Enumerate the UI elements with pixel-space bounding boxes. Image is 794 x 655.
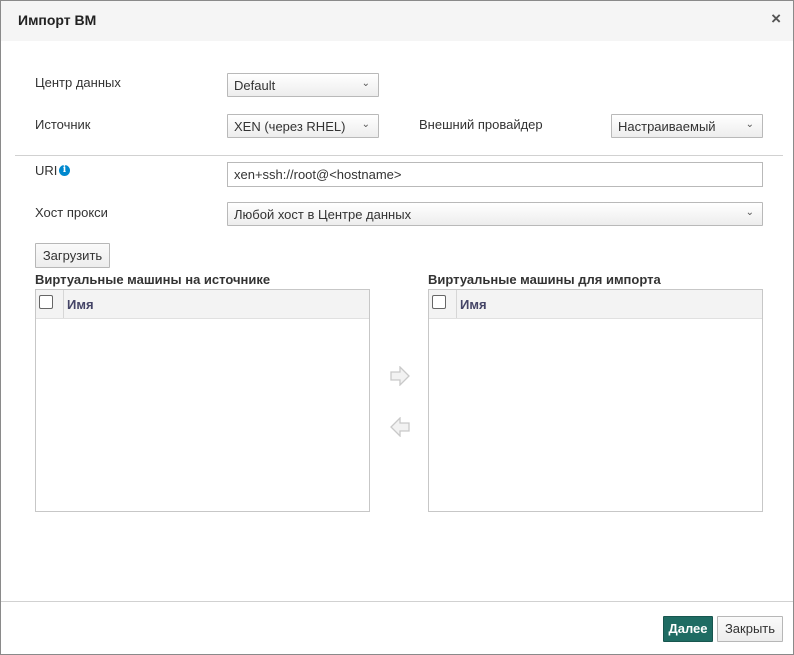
dialog-header: Импорт ВМ × [1,1,793,41]
source-label: Источник [35,117,91,132]
footer-divider [1,601,793,602]
form-divider [15,155,783,156]
proxy-host-select[interactable]: Любой хост в Центре данных ⌄ [227,202,763,226]
uri-label: URI [35,163,58,178]
load-button[interactable]: Загрузить [35,243,110,268]
source-vms-header: Имя [36,290,369,319]
column-header-name[interactable]: Имя [460,297,487,312]
proxy-host-label: Хост прокси [35,205,108,220]
chevron-down-icon: ⌄ [745,119,754,130]
uri-input[interactable]: xen+ssh://root@<hostname> [227,162,763,187]
import-vm-dialog: Импорт ВМ × Центр данных Default ⌄ Источ… [0,0,794,655]
source-vms-title: Виртуальные машины на источнике [35,272,271,287]
datacenter-value: Default [234,78,276,93]
select-all-checkbox[interactable] [432,295,446,309]
column-header-name[interactable]: Имя [67,297,94,312]
next-button[interactable]: Далее [663,616,713,642]
select-all-checkbox[interactable] [39,295,53,309]
proxy-host-value: Любой хост в Центре данных [234,207,412,222]
info-icon[interactable]: i [59,165,70,176]
chevron-down-icon: ⌄ [361,119,370,130]
datacenter-label: Центр данных [35,75,121,90]
external-provider-value: Настраиваемый [618,119,716,134]
close-icon[interactable]: × [771,9,781,29]
uri-value: xen+ssh://root@<hostname> [234,167,402,182]
chevron-down-icon: ⌄ [361,78,370,89]
source-value: XEN (через RHEL) [234,119,346,134]
chevron-down-icon: ⌄ [745,207,754,218]
import-vms-title: Виртуальные машины для импорта [428,272,661,287]
external-provider-select[interactable]: Настраиваемый ⌄ [611,114,763,138]
import-vms-header: Имя [429,290,762,319]
column-separator [63,290,64,318]
arrow-left-icon[interactable] [389,417,411,437]
close-button[interactable]: Закрыть [717,616,783,642]
source-vms-table: Имя [35,289,370,512]
import-vms-table: Имя [428,289,763,512]
datacenter-select[interactable]: Default ⌄ [227,73,379,97]
arrow-right-icon[interactable] [389,366,411,386]
source-select[interactable]: XEN (через RHEL) ⌄ [227,114,379,138]
dialog-title: Импорт ВМ [18,12,97,28]
column-separator [456,290,457,318]
external-provider-label: Внешний провайдер [419,117,543,132]
